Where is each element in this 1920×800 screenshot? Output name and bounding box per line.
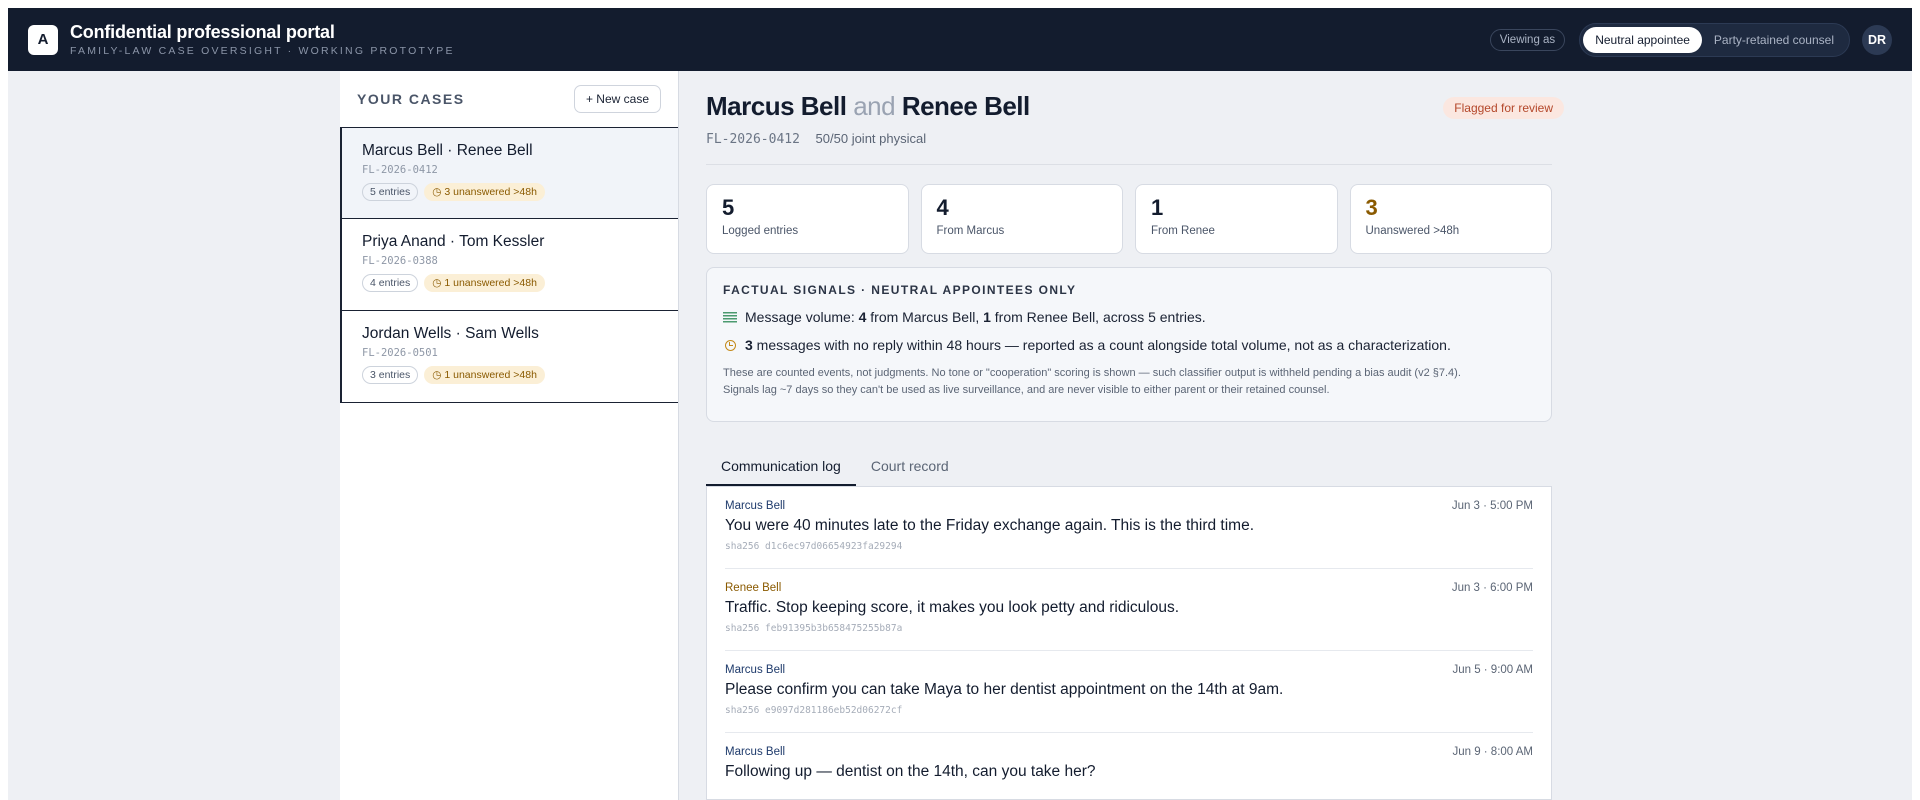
- list-item: Marcus Bell Jun 5 · 9:00 AM Please confi…: [725, 651, 1533, 733]
- message-time: Jun 5 · 9:00 AM: [1452, 664, 1533, 676]
- entries-badge: 3 entries: [362, 366, 419, 384]
- viewing-as-label: Viewing as: [1489, 28, 1566, 51]
- message-hash: sha256 e9097d281186eb52d06272cf: [725, 705, 903, 716]
- case-item-name: Marcus Bell · Renee Bell: [362, 142, 533, 159]
- tab-court-record[interactable]: Court record: [856, 446, 964, 486]
- stat-cards: 5 Logged entries 4 From Marcus 1 From Re…: [706, 184, 1552, 254]
- case-item[interactable]: Priya Anand · Tom Kessler FL-2026-0388 4…: [340, 219, 678, 311]
- entries-badge: 5 entries: [362, 183, 419, 201]
- stat-card-unanswered: 3 Unanswered >48h: [1349, 184, 1552, 254]
- stat-card-from-marcus: 4 From Marcus: [920, 184, 1123, 254]
- message-sender: Renee Bell: [725, 582, 782, 594]
- message-hash: sha256 feb91395b3b658475255b87a: [725, 623, 903, 634]
- role-party-retained-counsel[interactable]: Party-retained counsel: [1702, 27, 1846, 53]
- cases-sidebar: YOUR CASES + New case Marcus Bell · Rene…: [340, 71, 679, 800]
- message-hash: sha256 d1c6ec97d06654923fa29294: [725, 541, 903, 552]
- clock-icon: [723, 339, 737, 351]
- list-item: Marcus Bell Jun 9 · 8:00 AM Following up…: [725, 733, 1533, 800]
- stat-card-from-renee: 1 From Renee: [1135, 184, 1338, 254]
- message-body: Traffic. Stop keeping score, it makes yo…: [725, 599, 1180, 616]
- sidebar-title: YOUR CASES: [357, 91, 465, 107]
- app-logo: A: [28, 24, 58, 55]
- stat-card-logged: 5 Logged entries: [706, 184, 909, 254]
- flagged-badge: Flagged for review: [1443, 97, 1564, 119]
- case-item-id: FL-2026-0501: [362, 347, 438, 359]
- case-id: FL-2026-0412: [706, 132, 800, 147]
- case-title: Marcus Bell and Renee Bell: [706, 91, 1030, 121]
- signal-no-reply: 3 messages with no reply within 48 hours…: [723, 337, 1535, 353]
- case-item-name: Priya Anand · Tom Kessler: [362, 233, 545, 250]
- unanswered-badge: ◷ 3 unanswered >48h: [424, 183, 545, 201]
- case-item[interactable]: Marcus Bell · Renee Bell FL-2026-0412 5 …: [340, 127, 678, 219]
- brand: Confidential professional portal FAMILY-…: [70, 22, 455, 57]
- message-sender: Marcus Bell: [725, 500, 786, 512]
- entries-badge: 4 entries: [362, 274, 419, 292]
- signals-disclaimer: These are counted events, not judgments.…: [723, 367, 1461, 396]
- list-item: Renee Bell Jun 3 · 6:00 PM Traffic. Stop…: [725, 569, 1533, 651]
- case-detail: Marcus Bell and Renee Bell Flagged for r…: [706, 71, 1564, 800]
- case-item[interactable]: Jordan Wells · Sam Wells FL-2026-0501 3 …: [340, 311, 678, 403]
- message-time: Jun 3 · 6:00 PM: [1451, 582, 1533, 594]
- app-frame: A Confidential professional portal FAMIL…: [8, 8, 1912, 800]
- case-item-id: FL-2026-0388: [362, 255, 438, 267]
- sidebar-header: YOUR CASES + New case: [340, 71, 678, 127]
- message-sender: Marcus Bell: [725, 746, 786, 758]
- communication-log: Marcus Bell Jun 3 · 5:00 PM You were 40 …: [706, 487, 1552, 800]
- user-avatar[interactable]: DR: [1862, 24, 1892, 55]
- top-bar: A Confidential professional portal FAMIL…: [8, 8, 1912, 71]
- new-case-button[interactable]: + New case: [573, 85, 661, 113]
- divider: [706, 164, 1552, 165]
- unanswered-badge: ◷ 1 unanswered >48h: [424, 366, 545, 384]
- signal-volume: Message volume: 4 from Marcus Bell, 1 fr…: [723, 309, 1535, 325]
- bars-icon: [723, 311, 737, 323]
- list-item: Marcus Bell Jun 3 · 5:00 PM You were 40 …: [725, 487, 1533, 569]
- case-item-id: FL-2026-0412: [362, 164, 438, 176]
- factual-signals-panel: FACTUAL SIGNALS · NEUTRAL APPOINTEES ONL…: [706, 267, 1552, 422]
- message-time: Jun 9 · 8:00 AM: [1452, 746, 1533, 758]
- case-meta: FL-2026-0412 50/50 joint physical: [706, 131, 926, 147]
- case-item-name: Jordan Wells · Sam Wells: [362, 325, 539, 342]
- app-subtitle: FAMILY-LAW CASE OVERSIGHT · WORKING PROT…: [70, 45, 455, 57]
- tab-communication-log[interactable]: Communication log: [706, 446, 856, 486]
- role-toggle: Neutral appointee Party-retained counsel: [1579, 22, 1850, 57]
- message-body: You were 40 minutes late to the Friday e…: [725, 517, 1255, 534]
- message-body: Please confirm you can take Maya to her …: [725, 681, 1284, 698]
- role-neutral-appointee[interactable]: Neutral appointee: [1583, 26, 1702, 53]
- signals-title: FACTUAL SIGNALS · NEUTRAL APPOINTEES ONL…: [723, 283, 1077, 297]
- unanswered-badge: ◷ 1 unanswered >48h: [424, 274, 545, 292]
- detail-tabs: Communication log Court record: [706, 446, 1552, 487]
- message-sender: Marcus Bell: [725, 664, 786, 676]
- custody-arrangement: 50/50 joint physical: [815, 131, 927, 146]
- message-time: Jun 3 · 5:00 PM: [1451, 500, 1533, 512]
- app-title: Confidential professional portal: [70, 22, 335, 42]
- message-body: Following up — dentist on the 14th, can …: [725, 763, 1096, 780]
